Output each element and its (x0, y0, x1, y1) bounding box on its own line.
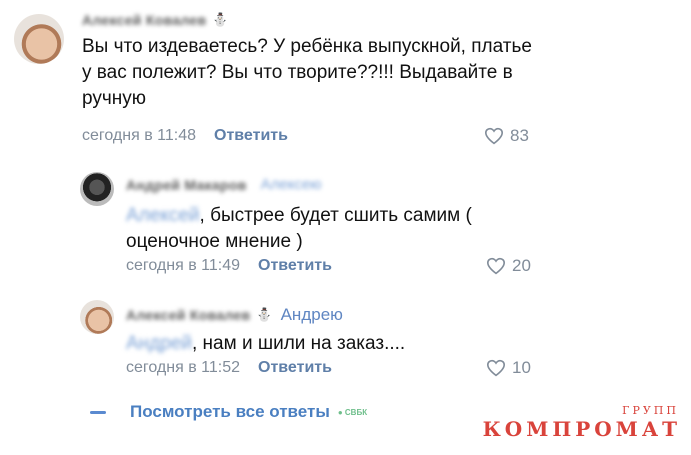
source-watermark: ● СВБК (337, 407, 368, 417)
heart-icon (486, 359, 506, 377)
author-row: Алексей Ковалев ⛄ (82, 12, 229, 28)
author-name[interactable]: Алексей Ковалев (82, 12, 206, 28)
timestamp: сегодня в 11:49 (126, 257, 241, 274)
show-all-replies-button[interactable]: Посмотреть все ответы ● СВБК (90, 402, 367, 422)
reply-button[interactable]: Ответить (258, 257, 332, 275)
reply-target[interactable]: Алексею (261, 176, 322, 193)
heart-icon (484, 127, 504, 145)
watermark-main: КОМПРОМАТ (482, 417, 681, 441)
avatar[interactable] (14, 14, 64, 64)
watermark-small: ГРУПП (622, 404, 679, 417)
like-button[interactable]: 10 (486, 358, 531, 378)
mention-link[interactable]: Алексей (126, 205, 200, 226)
reply-button[interactable]: Ответить (214, 127, 288, 145)
mention-link[interactable]: Андрей (126, 333, 192, 354)
reply-button[interactable]: Ответить (258, 359, 332, 377)
comment-meta: сегодня в 11:48 Ответить (82, 127, 288, 145)
author-name[interactable]: Алексей Ковалев (126, 307, 250, 323)
santa-hat-icon: ⛄ (256, 307, 273, 322)
show-all-replies-label: Посмотреть все ответы (130, 402, 330, 421)
author-row: Алексей Ковалев ⛄ Андрею (126, 305, 343, 325)
comment-meta: сегодня в 11:49 Ответить (126, 257, 332, 275)
comment-meta: сегодня в 11:52 Ответить (126, 359, 332, 377)
reply-target[interactable]: Андрею (281, 305, 343, 325)
comment-text: Алексей, быстрее будет сшить самим ( оце… (126, 205, 472, 252)
avatar[interactable] (80, 300, 114, 334)
like-button[interactable]: 83 (484, 126, 529, 146)
like-count: 10 (512, 358, 531, 377)
like-count: 20 (512, 256, 531, 275)
author-row: Андрей Макаров Алексею (126, 176, 322, 193)
like-count: 83 (510, 126, 529, 145)
heart-icon (486, 257, 506, 275)
comment-text: Вы что издеваетесь? У ребёнка выпускной,… (82, 36, 532, 109)
collapse-dash-icon (90, 410, 106, 414)
like-button[interactable]: 20 (486, 256, 531, 276)
avatar[interactable] (80, 172, 114, 206)
comment-text: Андрей, нам и шили на заказ.... (126, 333, 406, 354)
timestamp: сегодня в 11:52 (126, 359, 241, 376)
santa-hat-icon: ⛄ (212, 12, 229, 27)
author-name[interactable]: Андрей Макаров (126, 177, 247, 193)
timestamp: сегодня в 11:48 (82, 127, 197, 144)
